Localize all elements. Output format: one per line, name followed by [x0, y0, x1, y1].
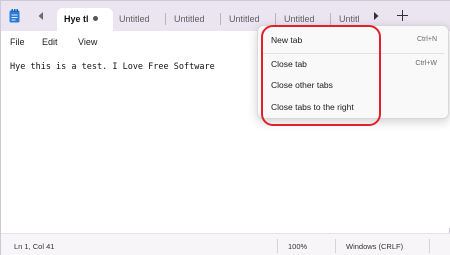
menu-file[interactable]: File [10, 37, 25, 47]
status-separator [429, 239, 430, 253]
menu-item-shortcut: Ctrl+N [416, 36, 437, 43]
notepad-icon [9, 9, 20, 23]
tab-label: Untitled [119, 14, 150, 24]
highlight-outline [261, 25, 381, 126]
plus-icon[interactable] [395, 7, 409, 23]
notepad-window: Hye tl Untitled Untitled Untitled Untitl… [0, 0, 450, 255]
tab-label: Untitl [339, 14, 360, 24]
chevron-right-icon[interactable] [370, 10, 382, 22]
tab-label: Untitled [174, 14, 205, 24]
tab-untitled-2[interactable]: Untitled [167, 8, 219, 31]
unsaved-dot-icon [93, 16, 98, 21]
tab-separator [165, 13, 166, 25]
tab-label: Untitled [284, 14, 315, 24]
tab-label: Untitled [229, 14, 260, 24]
tab-separator [220, 13, 221, 25]
chevron-left-icon[interactable] [35, 10, 47, 22]
zoom-level[interactable]: 100% [288, 242, 307, 251]
menu-item-shortcut: Ctrl+W [415, 60, 437, 67]
tab-untitled-1[interactable]: Untitled [112, 8, 164, 31]
cursor-position: Ln 1, Col 41 [14, 242, 55, 251]
line-ending[interactable]: Windows (CRLF) [346, 242, 403, 251]
tab-hye-this[interactable]: Hye tl [57, 8, 113, 31]
tab-separator [330, 13, 331, 25]
status-separator [277, 239, 278, 253]
menu-view[interactable]: View [78, 37, 97, 47]
status-separator [335, 239, 336, 253]
status-bar: Ln 1, Col 41 100% Windows (CRLF) [1, 233, 450, 255]
editor-content[interactable]: Hye this is a test. I Love Free Software [10, 62, 215, 72]
tab-separator [275, 13, 276, 25]
tab-label: Hye tl [64, 14, 89, 24]
menu-edit[interactable]: Edit [42, 37, 58, 47]
